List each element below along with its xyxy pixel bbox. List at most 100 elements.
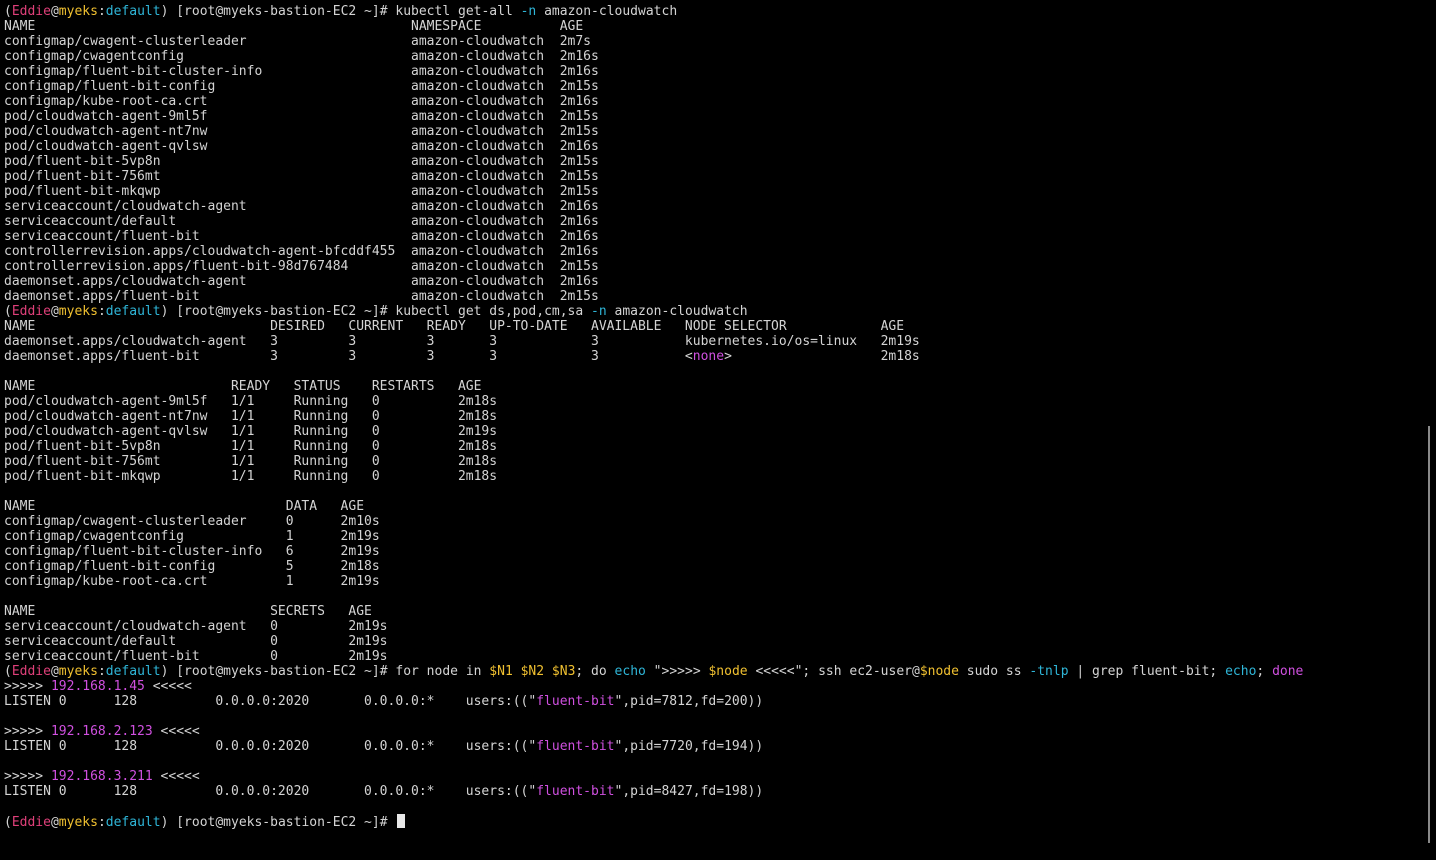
output-line: NAME DATA AGE: [4, 499, 1420, 514]
scrollbar[interactable]: [1426, 0, 1436, 860]
output-text: ",pid=8427,fd=198)): [614, 784, 764, 799]
output-text: LISTEN 0 128 0.0.0.0:2020 0.0.0.0:* user…: [4, 739, 537, 754]
output-line: pod/cloudwatch-agent-qvlsw 1/1 Running 0…: [4, 424, 1420, 439]
output-line: pod/cloudwatch-agent-nt7nw 1/1 Running 0…: [4, 409, 1420, 424]
output-line: configmap/fluent-bit-config amazon-cloud…: [4, 79, 1420, 94]
output-line: >>>>> 192.168.1.45 <<<<<: [4, 679, 1420, 694]
output-text: <<<<<: [152, 769, 200, 784]
output-text: serviceaccount/cloudwatch-agent amazon-c…: [4, 199, 599, 214]
prompt-at: @: [50, 4, 59, 19]
output-text: 192.168.2.123: [50, 724, 153, 739]
command-text: amazon-cloudwatch: [536, 4, 678, 19]
command-text: $N1: [489, 664, 513, 679]
output-line: daemonset.apps/fluent-bit 3 3 3 3 3 <non…: [4, 349, 1420, 364]
terminal-output: (Eddie@myeks:default) [root@myeks-bastio…: [4, 4, 1420, 829]
output-line: configmap/fluent-bit-cluster-info amazon…: [4, 64, 1420, 79]
output-line: serviceaccount/fluent-bit 0 2m19s: [4, 649, 1420, 664]
output-line: LISTEN 0 128 0.0.0.0:2020 0.0.0.0:* user…: [4, 739, 1420, 754]
prompt-at: @: [50, 304, 59, 319]
output-text: <<<<<: [152, 724, 200, 739]
output-text: serviceaccount/default 0 2m19s: [4, 634, 388, 649]
command-text: kubectl get-all: [395, 4, 521, 19]
output-text: pod/fluent-bit-756mt amazon-cloudwatch 2…: [4, 169, 599, 184]
prompt-user: Eddie: [11, 815, 51, 829]
output-text: ",pid=7812,fd=200)): [614, 694, 764, 709]
output-line: >>>>> 192.168.2.123 <<<<<: [4, 724, 1420, 739]
output-text: >>>>>: [4, 679, 51, 694]
output-text: 192.168.1.45: [50, 679, 145, 694]
prompt-paren: (: [4, 4, 12, 19]
output-text: pod/fluent-bit-mkqwp amazon-cloudwatch 2…: [4, 184, 599, 199]
command-text: [544, 664, 552, 679]
output-line: configmap/cwagent-clusterleader amazon-c…: [4, 34, 1420, 49]
prompt-host: myeks: [58, 4, 98, 19]
command-text: for node in: [395, 664, 490, 679]
output-text: pod/cloudwatch-agent-9ml5f amazon-cloudw…: [4, 109, 599, 124]
output-text: serviceaccount/fluent-bit amazon-cloudwa…: [4, 229, 599, 244]
output-text: configmap/cwagent-clusterleader amazon-c…: [4, 34, 591, 49]
output-text: pod/cloudwatch-agent-nt7nw 1/1 Running 0…: [4, 409, 498, 424]
output-line: NAME DESIRED CURRENT READY UP-TO-DATE AV…: [4, 319, 1420, 334]
output-text: pod/fluent-bit-5vp8n amazon-cloudwatch 2…: [4, 154, 599, 169]
output-line: LISTEN 0 128 0.0.0.0:2020 0.0.0.0:* user…: [4, 694, 1420, 709]
output-line: configmap/cwagentconfig 1 2m19s: [4, 529, 1420, 544]
output-text: NAME DESIRED CURRENT READY UP-TO-DATE AV…: [4, 319, 905, 334]
output-text: pod/fluent-bit-756mt 1/1 Running 0 2m18s: [4, 454, 498, 469]
prompt-paren: (: [4, 304, 12, 319]
output-text: fluent-bit: [536, 739, 615, 754]
output-text: pod/cloudwatch-agent-qvlsw 1/1 Running 0…: [4, 424, 498, 439]
prompt-path: [root@myeks-bastion-EC2 ~]#: [168, 304, 396, 319]
output-text: configmap/cwagentconfig 1 2m19s: [4, 529, 380, 544]
scrollbar-thumb[interactable]: [1428, 426, 1430, 843]
output-text: none: [692, 349, 725, 364]
output-text: NAME NAMESPACE AGE: [4, 19, 584, 34]
output-line: serviceaccount/fluent-bit amazon-cloudwa…: [4, 229, 1420, 244]
output-text: controllerrevision.apps/cloudwatch-agent…: [4, 244, 599, 259]
output-text: 192.168.3.211: [50, 769, 153, 784]
command-text: kubectl get ds,pod,cm,sa: [395, 304, 592, 319]
output-line: pod/cloudwatch-agent-nt7nw amazon-cloudw…: [4, 124, 1420, 139]
output-text: serviceaccount/default amazon-cloudwatch…: [4, 214, 599, 229]
output-line: pod/fluent-bit-756mt 1/1 Running 0 2m18s: [4, 454, 1420, 469]
output-text: configmap/fluent-bit-cluster-info amazon…: [4, 64, 599, 79]
output-line: configmap/fluent-bit-config 5 2m18s: [4, 559, 1420, 574]
output-line: pod/fluent-bit-5vp8n 1/1 Running 0 2m18s: [4, 439, 1420, 454]
output-text: fluent-bit: [536, 784, 615, 799]
prompt-path: [root@myeks-bastion-EC2 ~]#: [168, 664, 396, 679]
prompt-user: Eddie: [11, 4, 51, 19]
output-line: >>>>> 192.168.3.211 <<<<<: [4, 769, 1420, 784]
output-line: NAME READY STATUS RESTARTS AGE: [4, 379, 1420, 394]
output-line: daemonset.apps/cloudwatch-agent amazon-c…: [4, 274, 1420, 289]
output-line: serviceaccount/default amazon-cloudwatch…: [4, 214, 1420, 229]
output-text: pod/cloudwatch-agent-nt7nw amazon-cloudw…: [4, 124, 599, 139]
prompt-line: (Eddie@myeks:default) [root@myeks-bastio…: [4, 664, 1420, 679]
output-line: pod/cloudwatch-agent-9ml5f 1/1 Running 0…: [4, 394, 1420, 409]
output-text: daemonset.apps/cloudwatch-agent amazon-c…: [4, 274, 599, 289]
output-text: configmap/fluent-bit-config 5 2m18s: [4, 559, 380, 574]
command-text: done: [1272, 664, 1304, 679]
prompt-user: Eddie: [11, 664, 51, 679]
output-text: NAME SECRETS AGE: [4, 604, 372, 619]
prompt-paren: (: [4, 815, 12, 829]
output-line: configmap/kube-root-ca.crt 1 2m19s: [4, 574, 1420, 589]
output-line: configmap/fluent-bit-cluster-info 6 2m19…: [4, 544, 1420, 559]
command-text: $node: [708, 664, 748, 679]
prompt-paren: (: [4, 664, 12, 679]
output-text: configmap/kube-root-ca.crt 1 2m19s: [4, 574, 380, 589]
prompt-user: Eddie: [11, 304, 51, 319]
output-line: serviceaccount/default 0 2m19s: [4, 634, 1420, 649]
terminal-window[interactable]: (Eddie@myeks:default) [root@myeks-bastio…: [0, 0, 1436, 860]
prompt-line: (Eddie@myeks:default) [root@myeks-bastio…: [4, 4, 1420, 19]
output-text: daemonset.apps/fluent-bit 3 3 3 3 3 <: [4, 349, 693, 364]
output-line: serviceaccount/cloudwatch-agent amazon-c…: [4, 199, 1420, 214]
output-line: configmap/cwagent-clusterleader 0 2m10s: [4, 514, 1420, 529]
output-text: >>>>>: [4, 769, 51, 784]
prompt-at: @: [50, 815, 59, 829]
command-text: $N2: [520, 664, 545, 679]
output-line: controllerrevision.apps/fluent-bit-98d76…: [4, 259, 1420, 274]
output-line: pod/fluent-bit-mkqwp 1/1 Running 0 2m18s: [4, 469, 1420, 484]
output-text: NAME DATA AGE: [4, 499, 365, 514]
